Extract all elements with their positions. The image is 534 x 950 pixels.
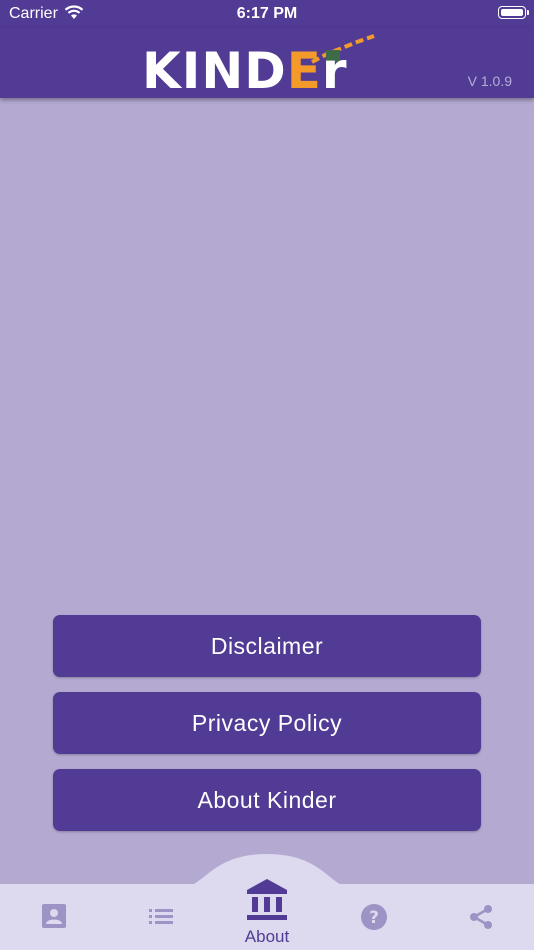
disclaimer-button[interactable]: Disclaimer xyxy=(53,615,481,677)
logo-text: KINDEr xyxy=(142,42,348,100)
tab-share[interactable] xyxy=(450,884,510,944)
tab-help[interactable]: ? xyxy=(343,884,403,944)
share-icon xyxy=(470,905,492,929)
help-icon: ? xyxy=(361,904,387,930)
bank-icon xyxy=(247,879,287,920)
version-label: V 1.0.9 xyxy=(467,73,512,89)
app-header: KINDEr V 1.0.9 xyxy=(0,28,534,98)
about-menu: Disclaimer Privacy Policy About Kinder xyxy=(53,615,481,846)
tab-list[interactable] xyxy=(130,884,190,944)
clock: 6:17 PM xyxy=(236,5,298,22)
status-bar: Carrier 6:17 PM xyxy=(0,0,534,28)
kinder-logo: KINDEr xyxy=(142,32,392,98)
battery-icon xyxy=(498,6,529,19)
privacy-policy-button[interactable]: Privacy Policy xyxy=(53,692,481,754)
contact-card-icon xyxy=(42,904,66,928)
tab-about-label: About xyxy=(244,927,290,946)
tab-about[interactable]: About xyxy=(227,874,307,950)
about-kinder-button[interactable]: About Kinder xyxy=(53,769,481,831)
svg-text:?: ? xyxy=(369,908,379,928)
list-icon xyxy=(149,909,173,924)
tab-contacts[interactable] xyxy=(23,884,83,944)
